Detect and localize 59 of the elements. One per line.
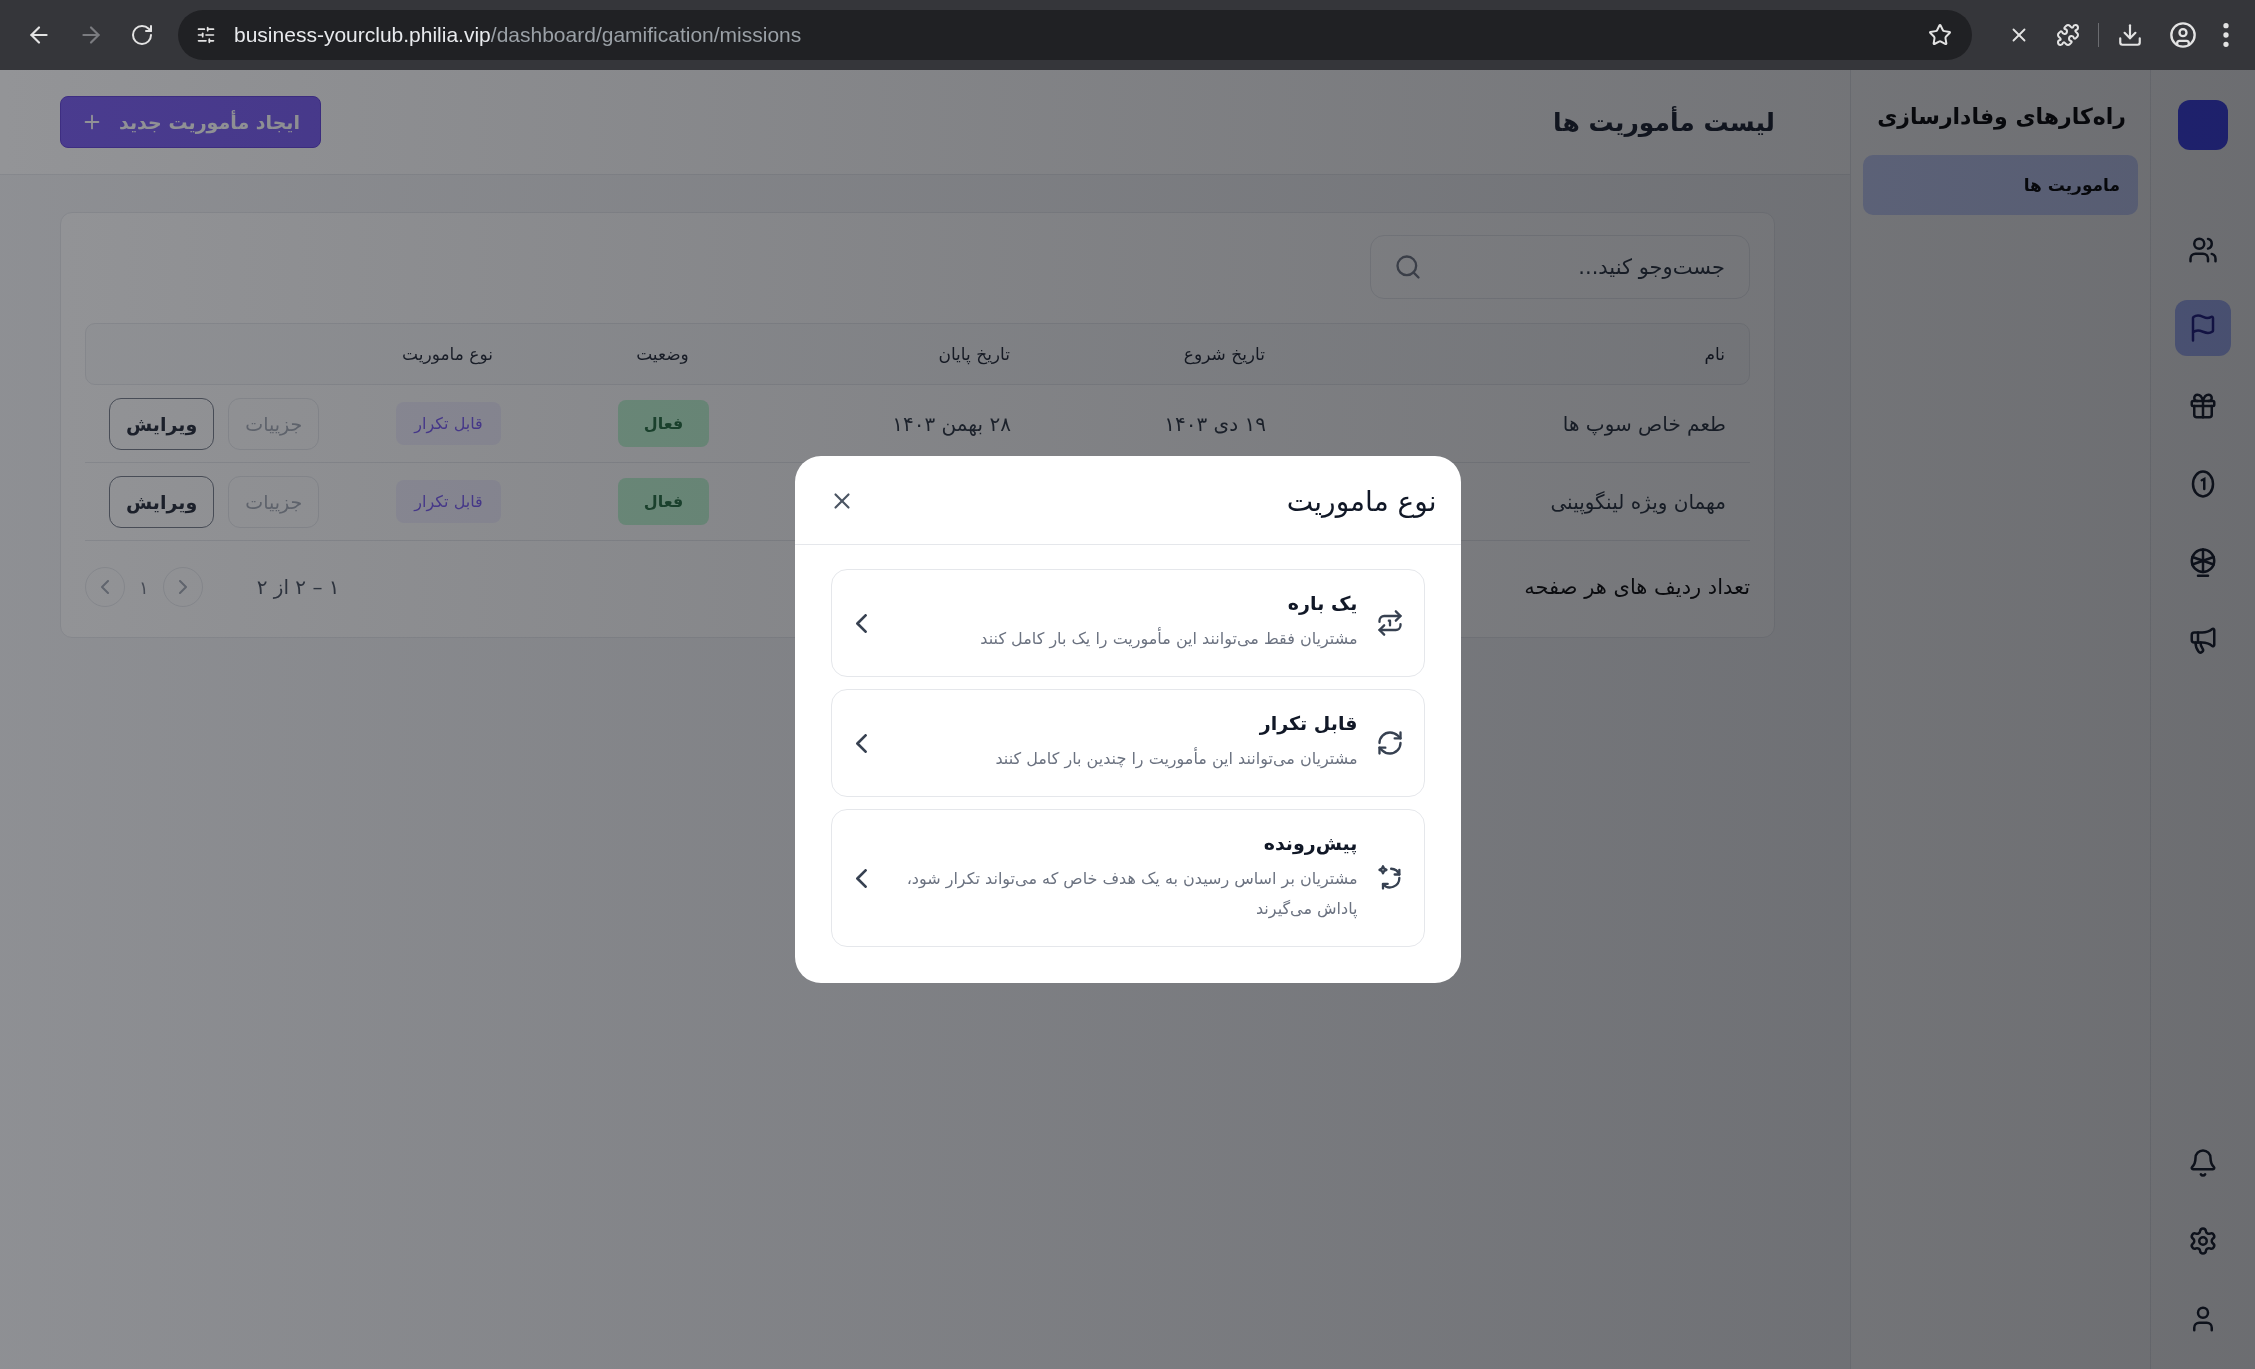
wheel-icon [2188,547,2218,577]
page-title: لیست مأموریت ها [1553,107,1775,137]
page-number: ۱ [139,576,149,598]
status-badge: فعال [617,400,710,447]
table-cell: طعم خاص سوپ ها [1562,411,1726,436]
chevron-icon [855,733,867,753]
option-description: مشتریان فقط می‌توانند این مأموریت را یک بار کامل کنند [979,626,1358,651]
sparkle-refresh-icon [1375,864,1404,892]
mission-type-option[interactable]: پیش‌رونده مشتریان بر اساس رسیدن به یک هدف خاص که می‌تواند تکرار شود، پاداش می‌گیرند [830,809,1425,947]
mission-type-option[interactable]: قابل تکرار مشتریان می‌توانند این مأموریت را چندین بار کامل کنند [830,689,1425,797]
rail-button[interactable] [2175,300,2231,356]
gift-icon [2188,391,2218,421]
column-header: تاریخ شروع [1182,344,1265,364]
dialog-title: نوع ماموریت [1286,484,1437,518]
settings-icon [2188,1226,2218,1256]
reload-icon [130,23,154,47]
logo-tile [2178,100,2228,150]
chevron-icon [855,868,867,888]
create-mission-button[interactable]: ایجاد مأموریت جدید [60,96,321,148]
edit-button[interactable]: ویرایش [109,475,215,528]
column-header: تاریخ پایان [937,344,1010,364]
type-badge: قابل تکرار [396,480,501,523]
refresh-icon [1375,729,1404,757]
edit-button[interactable]: ویرایش [109,397,215,450]
sliders-icon [196,25,216,45]
star-icon [1928,23,1952,47]
sidebar-title: راه‌کارهای وفادارسازی [1876,103,2127,129]
column-header: نام [1703,344,1725,364]
rows-per-page-label: تعداد ردیف های هر صفحه [1524,575,1750,599]
url-text: business-yourclub.philia.vip/dashboard/gamification/missions [234,23,803,47]
puzzle-icon [2056,23,2080,47]
bell-icon [2188,1148,2218,1178]
repeat-once-icon [1375,609,1404,637]
type-badge: قابل تکرار [396,402,501,445]
table-cell: مهمان ویژه لینگوپینی [1550,489,1726,514]
menu-icon [2223,23,2229,47]
column-header: نوع ماموریت [401,344,494,364]
option-description: مشتریان می‌توانند این مأموریت را چندین بار کامل کنند [994,746,1358,771]
table-cell: ۲۸ بهمن ۱۴۰۳ [892,411,1011,436]
search-icon [1394,253,1422,281]
mission-type-option[interactable]: یک باره مشتریان فقط می‌توانند این مأموریت را یک بار کامل کنند [830,569,1425,677]
chevron-left-icon [101,580,109,594]
option-title: پیش‌رونده [1262,832,1358,854]
column-header: وضعیت [635,344,690,364]
chevron-right-icon [178,580,187,594]
option-title: قابل تکرار [1258,712,1358,734]
option-title: یک باره [1286,592,1358,614]
chevron-icon [855,613,867,633]
address-bar[interactable]: business-yourclub.philia.vip/dashboard/gamification/missions [178,10,1972,60]
users-icon [2188,235,2218,265]
profile-icon [2169,21,2197,49]
option-description: مشتریان بر اساس رسیدن به یک هدف خاص که می‌تواند تکرار شود، پاداش می‌گیرند [905,868,1358,921]
megaphone-icon [2188,625,2218,655]
download-icon [2117,22,2143,48]
table-cell: ۱۹ دی ۱۴۰۳ [1164,411,1266,436]
search-field[interactable]: جست‌وجو کنید... [1370,235,1750,299]
sidebar-item[interactable]: ماموریت ها [1863,155,2138,215]
status-badge: فعال [617,478,710,525]
page-range-text: ۱ – ۲ از ۲ [256,575,340,599]
